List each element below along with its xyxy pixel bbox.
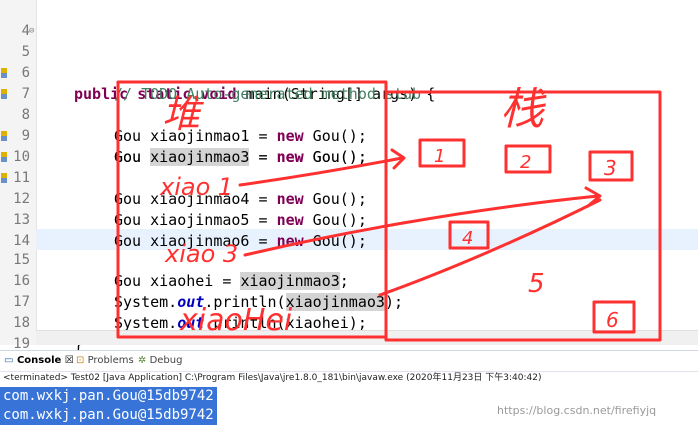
code-line[interactable]: 18 } <box>0 292 698 353</box>
console-status: <terminated> Test02 [Java Application] C… <box>3 373 542 383</box>
code-line[interactable]: 16 System.out.println(xiaojinmao3); <box>0 250 698 311</box>
tab-console[interactable]: ▭ Console ☒ <box>4 354 74 368</box>
code-line[interactable]: 5 ⊖ public static void main(String[] arg… <box>0 21 698 103</box>
code-editor[interactable]: 4 5 ⊖ public static void main(String[] a… <box>0 0 698 353</box>
watermark: https://blog.csdn.net/firefiyjq <box>497 404 657 417</box>
code-line[interactable]: 15 Gou xiaohei = xiaojinmao3; <box>0 229 698 290</box>
tab-debug[interactable]: ✲ Debug <box>138 354 182 368</box>
code-line[interactable]: 13 <box>0 189 698 228</box>
tab-problems[interactable]: ⊡ Problems <box>76 354 134 368</box>
code-line[interactable]: 4 <box>0 0 698 39</box>
horizontal-scrollbar[interactable] <box>36 330 698 345</box>
code-line[interactable]: 14 <box>0 210 698 249</box>
warning-marker-icon[interactable] <box>1 89 7 99</box>
warning-marker-icon[interactable] <box>1 173 7 183</box>
code-line[interactable]: 12 Gou xiaojinmao6 = new Gou(); <box>0 168 698 250</box>
code-line[interactable]: 17 System.out.println(xiaohei); <box>0 271 698 332</box>
console-icon: ▭ <box>4 355 14 366</box>
console-output-line[interactable]: com.wxkj.pan.Gou@15db9742 <box>0 387 217 406</box>
code-line[interactable]: 9 Gou xiaojinmao3 = new Gou(); <box>0 105 698 166</box>
code-line[interactable]: 8 Gou xiaojinmao2 = new Gou(); <box>0 84 698 166</box>
warning-marker-icon[interactable] <box>1 152 7 162</box>
debug-icon: ✲ <box>138 355 147 366</box>
warning-marker-icon[interactable] <box>1 68 7 78</box>
tab-label: Debug <box>149 355 183 366</box>
warning-marker-icon[interactable] <box>1 131 7 141</box>
console-output-line[interactable]: com.wxkj.pan.Gou@15db9742 <box>0 406 217 425</box>
code-line[interactable]: 10 Gou xiaojinmao4 = new Gou(); <box>0 126 698 208</box>
code-line[interactable]: 6 // TODO Auto-generated method stub <box>0 42 698 103</box>
code-line[interactable]: 7 Gou xiaojinmao1 = new Gou(); <box>0 63 698 145</box>
code-line[interactable]: 11 Gou xiaojinmao5 = new Gou(); <box>0 147 698 229</box>
console-tab-bar: ▭ Console ☒ ⊡ Problems ✲ Debug <box>0 350 698 372</box>
tab-label: Problems <box>87 355 134 366</box>
problems-icon: ⊡ <box>76 355 85 366</box>
fold-icon[interactable]: ⊖ <box>29 21 34 42</box>
tab-label: Console ☒ <box>16 355 74 366</box>
